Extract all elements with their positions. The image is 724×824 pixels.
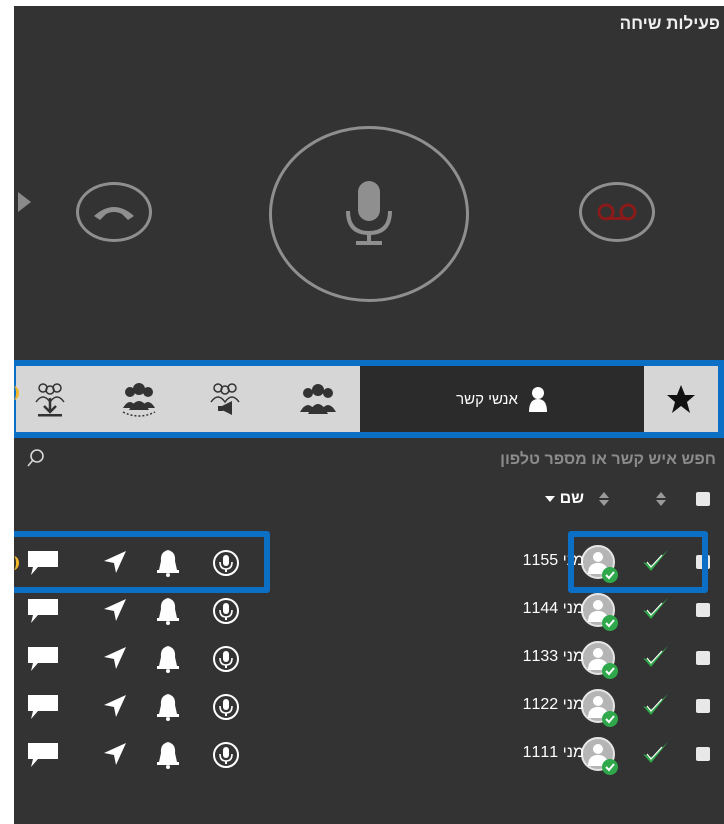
microphone-icon: [346, 181, 392, 245]
bell-button[interactable]: [154, 645, 182, 678]
group-icon[interactable]: [298, 380, 338, 420]
search-input[interactable]: [154, 446, 718, 474]
microphone-icon: [212, 742, 240, 773]
row-checkbox[interactable]: [696, 747, 710, 761]
list-header: שם: [14, 484, 724, 514]
contact-row[interactable]: מני 1144: [14, 586, 724, 634]
location-arrow-button[interactable]: [102, 597, 128, 628]
contacts-tab-bar: אנשי קשר: [14, 360, 724, 438]
microphone-icon: [212, 598, 240, 629]
bell-icon: [154, 646, 182, 677]
online-check-icon: [640, 594, 670, 624]
voicemail-button[interactable]: [579, 182, 655, 242]
online-check-icon: [640, 642, 670, 672]
contact-row[interactable]: מני 1111: [14, 730, 724, 778]
location-arrow-button[interactable]: [102, 693, 128, 724]
microphone-icon: [212, 646, 240, 677]
row-checkbox[interactable]: [696, 699, 710, 713]
row-checkbox[interactable]: [696, 651, 710, 665]
row-status-highlight: [568, 531, 708, 593]
chat-bubble-icon: [26, 695, 60, 725]
group-broadcast-icon[interactable]: [206, 380, 246, 420]
star-icon: [667, 385, 695, 413]
contact-row[interactable]: מני 1133: [14, 634, 724, 682]
group-conference-icon[interactable]: [119, 380, 159, 420]
bell-icon: [154, 694, 182, 725]
microphone-button[interactable]: [269, 126, 469, 302]
name-header-label: שם: [559, 490, 584, 507]
bell-icon: [154, 598, 182, 629]
person-icon: [528, 387, 547, 412]
microphone-button[interactable]: [212, 741, 240, 774]
phone-hangup-icon: [94, 207, 134, 220]
expand-arrow-icon[interactable]: [18, 192, 31, 212]
voicemail-icon: [597, 203, 637, 221]
sort-status-icon[interactable]: [655, 491, 667, 507]
group-tabs: [14, 360, 368, 438]
hangup-button[interactable]: [76, 182, 152, 242]
chat-bubble-icon: [26, 647, 60, 677]
bell-button[interactable]: [154, 693, 182, 726]
contact-name: מני 1133: [522, 648, 584, 665]
online-check-icon: [640, 690, 670, 720]
sort-avatar-icon[interactable]: [598, 491, 610, 507]
row-checkbox[interactable]: [696, 603, 710, 617]
search-row: [14, 446, 724, 474]
group-download-icon[interactable]: [30, 380, 70, 420]
chat-bubble-icon: [26, 599, 60, 629]
microphone-button[interactable]: [212, 645, 240, 678]
contact-avatar[interactable]: [580, 736, 620, 776]
call-panel: פעילות שיחה אנשי קשר חפש איש קשר או מספר…: [14, 6, 724, 824]
location-arrow-icon: [102, 695, 128, 723]
search-icon[interactable]: [26, 448, 46, 468]
bell-button[interactable]: [154, 597, 182, 630]
location-arrow-icon: [102, 599, 128, 627]
contact-avatar[interactable]: [580, 640, 620, 680]
microphone-button[interactable]: [212, 597, 240, 630]
panel-title: פעילות שיחה: [619, 14, 720, 33]
chat-bubble-icon: [26, 743, 60, 773]
microphone-button[interactable]: [212, 693, 240, 726]
chat-bubble-button[interactable]: [26, 597, 60, 630]
contact-name: מני 1122: [522, 696, 584, 713]
contact-avatar[interactable]: [580, 688, 620, 728]
contact-avatar[interactable]: [580, 592, 620, 632]
tab-contacts[interactable]: אנשי קשר: [360, 360, 644, 438]
online-check-icon: [640, 738, 670, 768]
row-actions-highlight: [14, 531, 270, 593]
chat-bubble-button[interactable]: [26, 645, 60, 678]
contact-name: מני 1144: [522, 600, 584, 617]
contact-name: מני 1111: [522, 744, 584, 761]
location-arrow-button[interactable]: [102, 741, 128, 772]
sort-desc-icon: [544, 496, 555, 502]
location-arrow-icon: [102, 647, 128, 675]
bell-button[interactable]: [154, 741, 182, 774]
location-arrow-icon: [102, 743, 128, 771]
tab-favorites[interactable]: [644, 360, 724, 438]
microphone-icon: [212, 694, 240, 725]
tab-contacts-label: אנשי קשר: [456, 390, 518, 408]
contact-row[interactable]: מני 1122: [14, 682, 724, 730]
bell-icon: [154, 742, 182, 773]
location-arrow-button[interactable]: [102, 645, 128, 676]
chat-bubble-button[interactable]: [26, 741, 60, 774]
chat-bubble-button[interactable]: [26, 693, 60, 726]
name-column-header[interactable]: שם: [514, 484, 584, 514]
select-all-checkbox[interactable]: [696, 492, 710, 506]
